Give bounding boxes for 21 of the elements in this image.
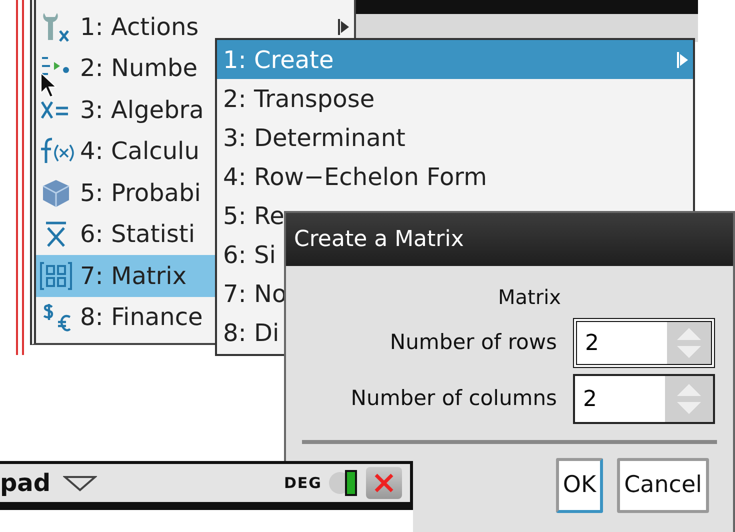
battery-icon <box>326 468 360 498</box>
submenu-arrow-icon <box>677 50 689 68</box>
matrix-icon <box>38 260 74 292</box>
dialog-button[interactable]: Cancel <box>617 458 709 513</box>
dialog-button[interactable]: OK <box>556 458 604 513</box>
submenu-item[interactable]: 4: Row−Echelon Form <box>217 157 693 196</box>
spin-box[interactable]: 2 <box>573 374 715 424</box>
dropdown-icon[interactable] <box>62 474 97 492</box>
submenu-item[interactable]: 2: Transpose <box>217 79 693 118</box>
submenu-arrow-icon <box>338 18 350 36</box>
field-label: Number of rows <box>390 329 557 356</box>
mouse-cursor-icon <box>40 72 58 98</box>
field-label: Number of columns <box>350 385 557 412</box>
app-title: pad <box>0 468 51 499</box>
close-icon <box>373 472 395 494</box>
angle-mode-label: DEG <box>284 472 322 494</box>
submenu-item[interactable]: 3: Determinant <box>217 118 693 157</box>
close-button[interactable] <box>366 467 402 499</box>
dialog-heading: Matrix <box>497 284 562 311</box>
spin-box[interactable]: 2 <box>573 318 715 368</box>
dialog-title: Create a Matrix <box>286 213 733 266</box>
